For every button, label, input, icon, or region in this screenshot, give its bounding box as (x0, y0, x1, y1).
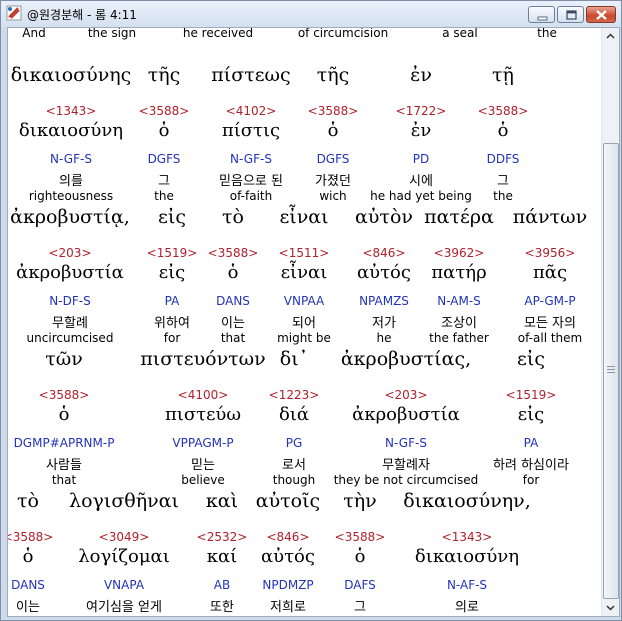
korean-gloss: 모든 자의 (524, 316, 576, 331)
korean-gloss: 하려 하심이라 (493, 458, 569, 473)
close-button[interactable] (586, 6, 616, 23)
interlinear-view: And the sign he received of circumcision a s… (7, 27, 620, 617)
morphology-code: PA (523, 436, 539, 450)
maximize-button[interactable] (557, 6, 584, 23)
title-bar[interactable]: @원경분해 - 롬 4:11 (1, 1, 621, 27)
minimize-icon (537, 16, 548, 21)
english-gloss: righteousness (387, 615, 547, 616)
morphology-code: N-AF-S (446, 578, 488, 592)
strongs-number[interactable]: <1519> (451, 388, 601, 402)
english-gloss: of-all them (517, 331, 583, 345)
english-gloss: the (493, 189, 513, 203)
close-icon (596, 10, 607, 20)
strongs-number[interactable]: <1343> (387, 530, 547, 544)
previous-verse-gloss: he received (182, 28, 254, 40)
scroll-up-arrow-icon[interactable] (602, 28, 619, 45)
lemma: πᾶς (532, 262, 568, 283)
english-gloss: for (522, 473, 540, 487)
vertical-scrollbar[interactable] (601, 28, 619, 616)
app-logo-icon (6, 5, 22, 21)
greek-word: δικαιοσύνην, (403, 490, 531, 512)
previous-verse-gloss: the (537, 28, 557, 40)
app-window: @원경분해 - 롬 4:11 And the sign he received of … (0, 0, 622, 621)
greek-word: τῇ (492, 64, 514, 86)
korean-gloss: 의로 (455, 600, 479, 615)
window-title: @원경분해 - 롬 4:11 (27, 8, 137, 22)
scrollbar-thumb[interactable] (603, 143, 619, 599)
strongs-number[interactable]: <3956> (470, 246, 601, 260)
previous-verse-fragment: And the sign he received of circumcision a s… (8, 28, 601, 40)
minimize-button[interactable] (528, 6, 555, 23)
maximize-icon (566, 10, 577, 20)
strongs-number[interactable]: <3588> (423, 104, 583, 118)
greek-word: πάντων (512, 206, 588, 228)
lemma: ὁ (497, 120, 509, 141)
morphology-code: DDFS (486, 152, 520, 166)
morphology-code: AP-GM-P (524, 294, 576, 308)
interlinear-content[interactable]: And the sign he received of circumcision a s… (8, 28, 601, 616)
greek-word: εἰς (517, 348, 545, 370)
korean-gloss: 그 (497, 174, 509, 189)
lemma: εἰς (517, 404, 545, 425)
scroll-down-arrow-icon[interactable] (602, 599, 619, 616)
lemma: δικαιοσύνη (414, 546, 520, 567)
